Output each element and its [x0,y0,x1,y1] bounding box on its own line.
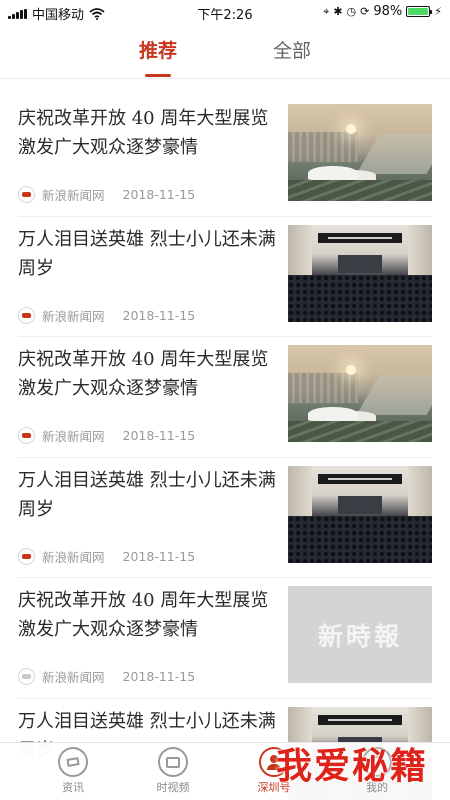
news-item[interactable]: 庆祝改革开放 40 周年大型展览激发广大观众逐梦豪情 新浪新闻网 2018-11… [0,337,450,458]
news-source: 新浪新闻网 [42,429,105,444]
active-tab-indicator [145,74,171,77]
news-source: 新浪新闻网 [42,188,105,203]
source-logo-icon [18,668,35,685]
battery-fill [408,8,428,15]
battery-icon [406,6,433,17]
news-title: 万人泪目送英雄 烈士小儿还未满周岁 [18,469,276,520]
charging-icon: ⚡ [434,5,442,18]
top-tab-bar: 推荐 全部 [0,24,450,78]
city-skyline-image [288,104,432,201]
app-screen: 中国移动 下午2:26 ⌖ ✱ ◷ ⟳ 98% ⚡ 推荐 全部 庆祝改革开放 4 [0,0,450,800]
newspaper-logo-image: 新時報 [288,586,432,683]
source-logo-icon [18,427,35,444]
header-divider [0,78,450,79]
news-date: 2018-11-15 [122,548,196,564]
nav-item-news[interactable]: 资讯 [43,747,103,795]
source-logo-icon [18,186,35,203]
news-title: 庆祝改革开放 40 周年大型展览激发广大观众逐梦豪情 [18,349,269,399]
alarm-icon: ◷ [346,5,357,18]
news-meta: 新浪新闻网 2018-11-15 [18,306,195,325]
news-list: 庆祝改革开放 40 周年大型展览激发广大观众逐梦豪情 新浪新闻网 2018-11… [0,96,450,800]
location-icon: ⌖ [323,4,330,18]
news-icon [58,747,88,777]
nav-label: 时视频 [156,781,190,794]
news-title: 万人泪目送英雄 烈士小儿还未满周岁 [18,228,276,279]
news-title: 庆祝改革开放 40 周年大型展览激发广大观众逐梦豪情 [18,108,269,158]
news-title: 庆祝改革开放 40 周年大型展览激发广大观众逐梦豪情 [18,590,269,640]
news-meta: 新浪新闻网 2018-11-15 [18,185,195,204]
source-logo-icon [18,547,35,565]
tab-all[interactable]: 全部 [262,36,322,63]
tab-recommended[interactable]: 推荐 [128,36,188,63]
video-icon [158,747,188,777]
source-logo-icon [18,306,35,324]
meeting-hall-image [288,224,432,322]
news-source: 新浪新闻网 [42,670,105,685]
status-bar: 中国移动 下午2:26 ⌖ ✱ ◷ ⟳ 98% ⚡ [0,0,450,24]
news-item[interactable]: 庆祝改革开放 40 周年大型展览激发广大观众逐梦豪情 新浪新闻网 2018-11… [0,578,450,699]
city-skyline-image [288,345,432,442]
news-meta: 新浪新闻网 2018-11-15 [18,426,195,445]
news-date: 2018-11-15 [122,187,196,202]
nav-item-video[interactable]: 时视频 [143,747,203,795]
watermark: 我爱秘籍 [276,746,429,787]
news-item[interactable]: 万人泪目送英雄 烈士小儿还未满周岁 新浪新闻网 2018-11-15 [0,458,450,578]
news-date: 2018-11-15 [122,428,196,443]
bluetooth-icon: ✱ [333,5,343,18]
battery-percent: 98% [373,4,403,19]
news-date: 2018-11-15 [122,307,196,323]
news-source: 新浪新闻网 [42,549,105,565]
news-meta: 新浪新闻网 2018-11-15 [18,667,195,686]
news-source: 新浪新闻网 [42,308,105,324]
newspaper-logo-text: 新時報 [317,621,402,651]
news-item[interactable]: 万人泪目送英雄 烈士小儿还未满周岁 新浪新闻网 2018-11-15 [0,217,450,337]
news-meta: 新浪新闻网 2018-11-15 [18,547,195,566]
nav-label: 资讯 [62,781,84,794]
meeting-hall-image [288,465,432,563]
news-item[interactable]: 庆祝改革开放 40 周年大型展览激发广大观众逐梦豪情 新浪新闻网 2018-11… [0,96,450,217]
news-date: 2018-11-15 [122,669,196,684]
orientation-lock-icon: ⟳ [360,5,370,18]
